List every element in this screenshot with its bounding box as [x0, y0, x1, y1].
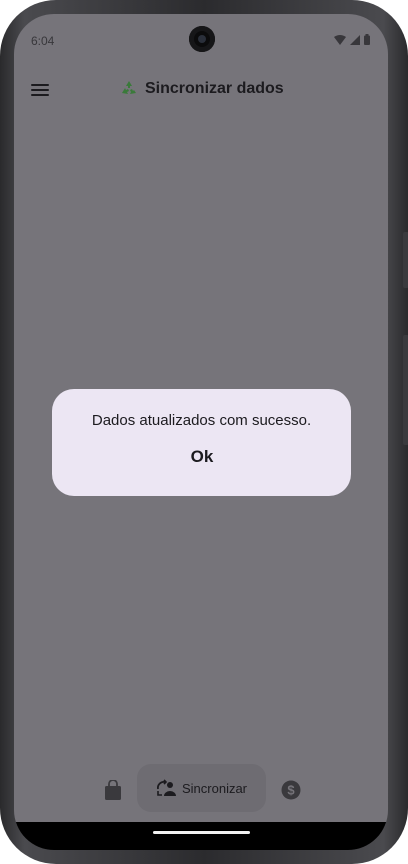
bottom-navigation: Sincronizar $ — [14, 754, 388, 824]
dollar-coin-icon: $ — [281, 780, 301, 800]
sync-user-icon — [157, 779, 176, 796]
recycle-icon — [122, 81, 136, 94]
screen: 6:04 Sincronizar dados Dados atualizados… — [14, 14, 388, 850]
dialog-message: Dados atualizados com sucesso. — [91, 412, 312, 429]
svg-text:$: $ — [287, 783, 295, 798]
status-bar: 6:04 — [14, 14, 388, 70]
ok-button[interactable]: Ok — [177, 442, 227, 472]
status-icons — [334, 34, 370, 45]
gesture-bar — [14, 822, 388, 850]
nav-item-sincronizar[interactable]: Sincronizar — [137, 764, 266, 812]
page-title: Sincronizar dados — [119, 79, 284, 99]
menu-icon[interactable] — [28, 78, 52, 102]
nav-item-finance[interactable]: $ — [280, 779, 302, 801]
battery-icon — [364, 34, 370, 45]
nav-item-label: Sincronizar — [181, 780, 248, 796]
wifi-icon — [334, 34, 346, 45]
nav-item-shopping[interactable] — [102, 778, 124, 802]
volume-button — [403, 232, 408, 288]
app-bar: Sincronizar dados — [14, 70, 388, 110]
status-time: 6:04 — [31, 34, 55, 48]
front-camera — [189, 26, 215, 52]
shopping-bag-icon — [105, 780, 121, 800]
page-title-text: Sincronizar dados — [145, 80, 284, 97]
cell-signal-icon — [350, 34, 360, 45]
phone-frame: 6:04 Sincronizar dados Dados atualizados… — [0, 0, 408, 864]
success-dialog: Dados atualizados com sucesso. Ok — [52, 389, 351, 496]
home-indicator[interactable] — [153, 831, 250, 834]
power-button — [403, 335, 408, 445]
